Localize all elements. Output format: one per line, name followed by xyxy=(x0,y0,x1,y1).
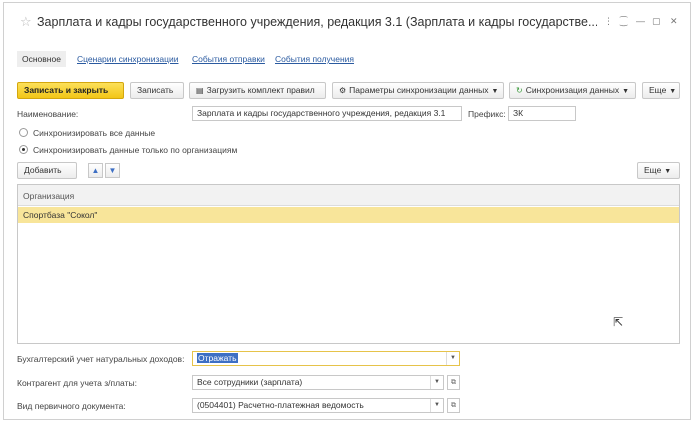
chevron-down-icon[interactable]: ▼ xyxy=(430,399,443,412)
link-icon[interactable]: ⁐ xyxy=(620,16,627,26)
chevron-down-icon: ▼ xyxy=(622,88,630,95)
more-button[interactable]: Еще ▼ xyxy=(642,82,680,99)
chevron-down-icon[interactable]: ▼ xyxy=(446,352,459,365)
save-and-close-button[interactable]: Записать и закрыть xyxy=(17,82,124,99)
document-type-label: Вид первичного документа: xyxy=(17,401,126,411)
sync-settings-window: ☆ Зарплата и кадры государственного учре… xyxy=(3,2,691,420)
counterparty-value: Все сотрудники (зарплата) xyxy=(197,377,303,387)
radio-sync-all[interactable] xyxy=(19,128,28,137)
load-rules-button[interactable]: ▤ Загрузить комплект правил xyxy=(189,82,326,99)
more-label: Еще xyxy=(649,85,667,95)
close-icon[interactable]: ✕ xyxy=(670,16,678,26)
org-more-label: Еще xyxy=(644,165,662,175)
move-up-icon[interactable]: ▲ xyxy=(88,163,103,178)
table-cell-organization: Спортбаза "Сокол" xyxy=(23,210,98,220)
prefix-input[interactable]: ЗК xyxy=(508,106,576,121)
favorite-star-icon[interactable]: ☆ xyxy=(20,15,32,28)
radio-sync-by-org[interactable] xyxy=(19,145,28,154)
natural-income-value: Отражать xyxy=(197,353,238,363)
organizations-table: Организация Спортбаза "Сокол" xyxy=(17,184,680,344)
minimize-icon[interactable]: — xyxy=(636,16,645,26)
chevron-down-icon[interactable]: ▼ xyxy=(430,376,443,389)
tab-receive-events[interactable]: События получения xyxy=(275,54,354,64)
title-bar: ☆ Зарплата и кадры государственного учре… xyxy=(4,3,690,37)
more-actions-icon[interactable]: ⋮ xyxy=(604,16,613,26)
load-rules-label: Загрузить комплект правил xyxy=(206,85,315,95)
counterparty-label: Контрагент для учета з/платы: xyxy=(17,378,137,388)
sync-params-button[interactable]: ⚙ Параметры синхронизации данных ▼ xyxy=(332,82,504,99)
load-rules-icon: ▤ xyxy=(196,86,204,95)
tab-sync-scenarios[interactable]: Сценарии синхронизации xyxy=(77,54,178,64)
radio-sync-by-org-label[interactable]: Синхронизировать данные только по органи… xyxy=(33,145,237,155)
save-button[interactable]: Записать xyxy=(130,82,184,99)
mouse-cursor-icon: ⇱ xyxy=(613,315,624,329)
open-link-icon[interactable]: ⧉ xyxy=(447,398,460,413)
document-type-select[interactable]: (0504401) Расчетно-платежная ведомость ▼ xyxy=(192,398,444,413)
name-input[interactable]: Зарплата и кадры государственного учрежд… xyxy=(192,106,462,121)
org-more-button[interactable]: Еще ▼ xyxy=(637,162,680,179)
document-type-value: (0504401) Расчетно-платежная ведомость xyxy=(197,400,364,410)
sync-data-label: Синхронизация данных xyxy=(525,85,620,95)
tab-main[interactable]: Основное xyxy=(17,51,66,67)
prefix-label: Префикс: xyxy=(468,109,506,119)
column-header-organization[interactable]: Организация xyxy=(23,191,74,201)
counterparty-select[interactable]: Все сотрудники (зарплата) ▼ xyxy=(192,375,444,390)
chevron-down-icon: ▼ xyxy=(491,88,499,95)
table-row[interactable]: Спортбаза "Сокол" xyxy=(18,207,679,223)
sync-icon: ↻ xyxy=(516,86,523,95)
settings-icon: ⚙ xyxy=(339,86,347,95)
tab-send-events[interactable]: События отправки xyxy=(192,54,265,64)
table-header: Организация xyxy=(18,185,679,206)
name-label: Наименование: xyxy=(17,109,79,119)
open-link-icon[interactable]: ⧉ xyxy=(447,375,460,390)
window-title: Зарплата и кадры государственного учрежд… xyxy=(37,15,597,29)
sync-data-button[interactable]: ↻ Синхронизация данных ▼ xyxy=(509,82,636,99)
add-button[interactable]: Добавить xyxy=(17,162,77,179)
maximize-icon[interactable]: ▢ xyxy=(652,16,661,26)
sync-params-label: Параметры синхронизации данных xyxy=(349,85,489,95)
natural-income-select[interactable]: Отражать ▼ xyxy=(192,351,460,366)
radio-sync-all-label[interactable]: Синхронизировать все данные xyxy=(33,128,155,138)
chevron-down-icon: ▼ xyxy=(664,168,672,175)
move-down-icon[interactable]: ▼ xyxy=(105,163,120,178)
natural-income-label: Бухгалтерский учет натуральных доходов: xyxy=(17,354,185,364)
chevron-down-icon: ▼ xyxy=(669,88,677,95)
